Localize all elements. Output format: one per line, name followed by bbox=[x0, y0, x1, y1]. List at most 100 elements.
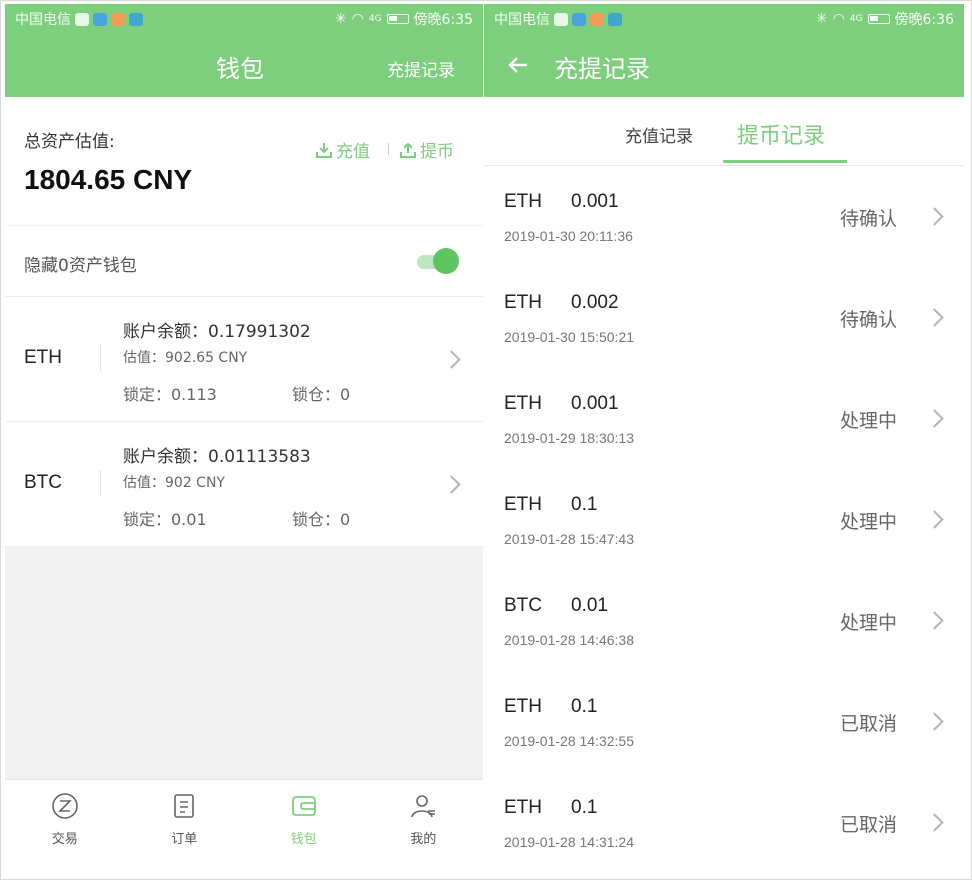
record-status: 处理中 bbox=[840, 612, 898, 634]
signal-icon: 4G bbox=[368, 14, 382, 24]
page-title: 钱包 bbox=[216, 55, 264, 83]
chevron-right-icon bbox=[442, 475, 461, 494]
record-coin: ETH bbox=[504, 393, 542, 414]
record-coin: BTC bbox=[504, 595, 542, 616]
order-icon bbox=[174, 794, 195, 818]
app-icon bbox=[129, 12, 143, 26]
coin-estimate: 估值：902 CNY bbox=[123, 475, 225, 491]
tab-exchange[interactable]: 交易 bbox=[5, 780, 125, 850]
shield-icon bbox=[75, 12, 89, 26]
battery-icon bbox=[867, 14, 890, 24]
chevron-right-icon bbox=[925, 409, 944, 428]
page-title: 充提记录 bbox=[554, 55, 650, 83]
record-status: 已取消 bbox=[840, 713, 898, 735]
record-time: 2019-01-29 18:30:13 bbox=[504, 430, 634, 446]
hide-zero-label: 隐藏0资产钱包 bbox=[24, 256, 137, 276]
hide-zero-toggle[interactable] bbox=[417, 248, 459, 274]
record-time: 2019-01-28 15:47:43 bbox=[504, 531, 634, 547]
record-status: 已取消 bbox=[840, 814, 898, 836]
record-amount: 0.01 bbox=[571, 595, 608, 616]
download-icon bbox=[316, 142, 332, 158]
record-time: 2019-01-28 14:32:55 bbox=[504, 733, 634, 749]
chevron-right-icon bbox=[925, 611, 944, 630]
record-status: 处理中 bbox=[840, 410, 898, 432]
tab-orders[interactable]: 订单 bbox=[125, 780, 245, 850]
tab-withdraw-records[interactable]: 提币记录 bbox=[737, 118, 825, 150]
wallet-icon bbox=[291, 796, 316, 816]
coin-locked: 锁定：0.113 bbox=[123, 385, 217, 404]
wifi-icon: ◠ bbox=[351, 11, 364, 27]
coin-balance: 账户余额：0.17991302 bbox=[123, 322, 311, 342]
record-row[interactable]: ETH 0.1 2019-01-28 14:32:55 已取消 bbox=[484, 671, 964, 773]
record-row[interactable]: BTC 0.01 2019-01-28 14:46:38 处理中 bbox=[484, 570, 964, 672]
record-amount: 0.1 bbox=[571, 797, 598, 818]
record-coin: ETH bbox=[504, 797, 542, 818]
coin-balance: 账户余额：0.01113583 bbox=[123, 447, 311, 467]
bluetooth-icon: ✳ bbox=[334, 11, 347, 27]
record-tabs: 充值记录 提币记录 bbox=[484, 97, 964, 166]
exchange-icon bbox=[51, 793, 78, 819]
app-icon bbox=[93, 12, 107, 26]
record-time: 2019-01-30 20:11:36 bbox=[504, 228, 633, 244]
coin-locked: 锁定：0.01 bbox=[123, 510, 207, 529]
wallet-header: 中国电信 ✳ ◠ 4G 傍晚6:35 钱包 充提记录 bbox=[5, 4, 483, 97]
carrier-label: 中国电信 bbox=[15, 12, 71, 28]
app-icon bbox=[590, 12, 604, 26]
record-time: 2019-01-30 15:50:21 bbox=[504, 329, 634, 345]
coin-lock-position: 锁仓：0 bbox=[292, 385, 351, 404]
app-icon bbox=[608, 12, 622, 26]
record-row[interactable]: ETH 0.001 2019-01-29 18:30:13 处理中 bbox=[484, 368, 964, 470]
tab-wallet[interactable]: 钱包 bbox=[244, 780, 364, 850]
record-amount: 0.1 bbox=[571, 696, 598, 717]
status-bar: 中国电信 ✳ ◠ 4G 傍晚6:36 bbox=[484, 4, 964, 32]
battery-icon bbox=[386, 14, 409, 24]
coin-row-eth[interactable]: ETH 账户余额：0.17991302 估值：902.65 CNY 锁定：0.1… bbox=[5, 297, 483, 422]
withdraw-button[interactable]: 提币 bbox=[399, 137, 454, 162]
record-coin: ETH bbox=[504, 494, 542, 515]
tab-profile[interactable]: 我的 bbox=[364, 780, 484, 850]
records-link[interactable]: 充提记录 bbox=[387, 56, 455, 81]
coin-symbol: BTC bbox=[24, 472, 62, 493]
arrow-left-icon[interactable] bbox=[508, 55, 528, 75]
shield-icon bbox=[554, 12, 568, 26]
chevron-right-icon bbox=[925, 510, 944, 529]
record-time: 2019-01-28 14:46:38 bbox=[504, 632, 634, 648]
hide-zero-row: 隐藏0资产钱包 bbox=[5, 226, 483, 297]
record-row[interactable]: ETH 0.002 2019-01-30 15:50:21 待确认 bbox=[484, 267, 964, 369]
signal-icon: 4G bbox=[849, 14, 863, 24]
coin-lock-position: 锁仓：0 bbox=[292, 510, 351, 529]
record-coin: ETH bbox=[504, 292, 542, 313]
upload-icon bbox=[400, 142, 416, 158]
chevron-right-icon bbox=[925, 207, 944, 226]
asset-summary: 总资产估值: 1804.65 CNY 充值 提币 bbox=[5, 97, 483, 226]
divider bbox=[100, 345, 101, 371]
wifi-icon: ◠ bbox=[832, 11, 845, 27]
status-time: 傍晚6:36 bbox=[894, 12, 954, 28]
chevron-right-icon bbox=[925, 813, 944, 832]
record-row[interactable]: ETH 0.1 2019-01-28 15:47:43 处理中 bbox=[484, 469, 964, 571]
carrier-label: 中国电信 bbox=[494, 12, 550, 28]
profile-icon bbox=[411, 795, 436, 818]
chevron-right-icon bbox=[925, 308, 944, 327]
records-screen: 中国电信 ✳ ◠ 4G 傍晚6:36 充提记录 充值记录 提币记录 ETH 0.… bbox=[484, 4, 964, 850]
chevron-right-icon bbox=[925, 712, 944, 731]
coin-symbol: ETH bbox=[24, 347, 62, 368]
app-icon bbox=[572, 12, 586, 26]
record-amount: 0.001 bbox=[571, 191, 619, 212]
divider bbox=[388, 143, 389, 155]
records-header: 中国电信 ✳ ◠ 4G 傍晚6:36 充提记录 bbox=[484, 4, 964, 97]
record-row[interactable]: ETH 0.001 2019-01-30 20:11:36 待确认 bbox=[484, 166, 964, 268]
wallet-screen: 中国电信 ✳ ◠ 4G 傍晚6:35 钱包 充提记录 总资产估值: 1804.6… bbox=[5, 4, 483, 850]
app-icon bbox=[111, 12, 125, 26]
deposit-button[interactable]: 充值 bbox=[315, 137, 370, 162]
record-amount: 0.001 bbox=[571, 393, 619, 414]
total-assets-value: 1804.65 CNY bbox=[24, 164, 193, 195]
record-status: 待确认 bbox=[840, 309, 898, 331]
record-row[interactable]: ETH 0.1 2019-01-28 14:31:24 已取消 bbox=[484, 772, 964, 850]
chevron-right-icon bbox=[442, 350, 461, 369]
record-amount: 0.1 bbox=[571, 494, 598, 515]
record-status: 待确认 bbox=[840, 208, 898, 230]
tab-deposit-records[interactable]: 充值记录 bbox=[625, 122, 693, 147]
coin-row-btc[interactable]: BTC 账户余额：0.01113583 估值：902 CNY 锁定：0.01 锁… bbox=[5, 422, 483, 547]
status-bar: 中国电信 ✳ ◠ 4G 傍晚6:35 bbox=[5, 4, 483, 32]
